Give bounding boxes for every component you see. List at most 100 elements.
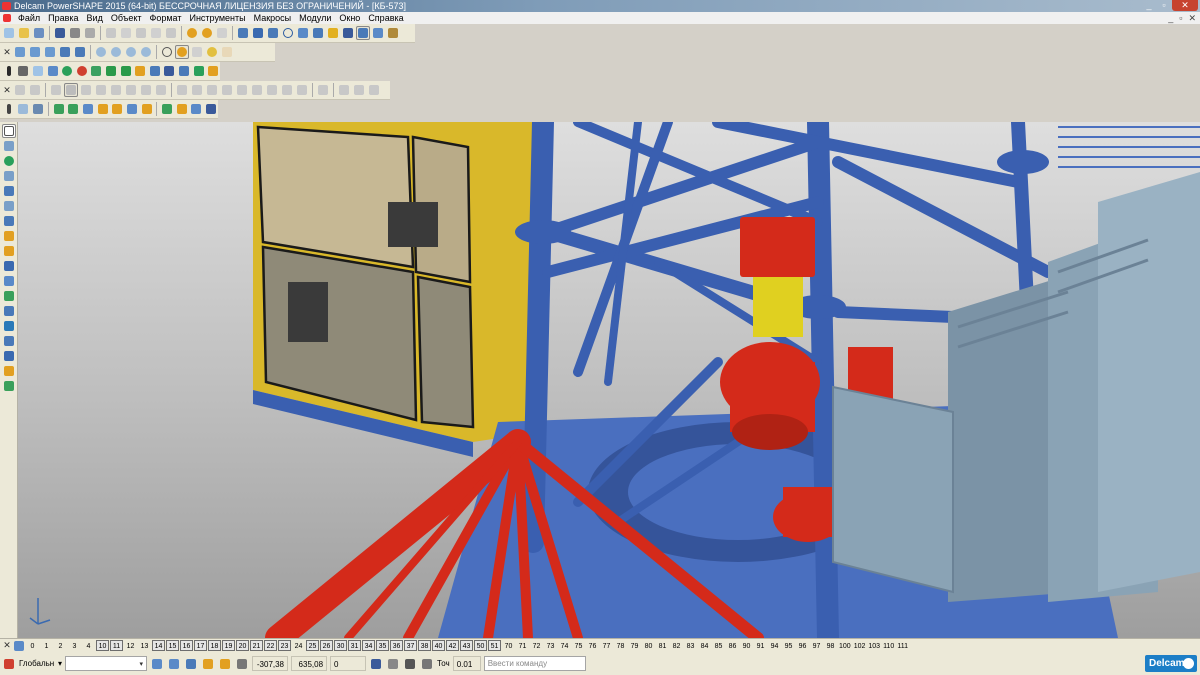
zoom-fit-icon[interactable]	[139, 45, 153, 59]
workplane-select[interactable]: ▾	[65, 656, 148, 671]
levels-icon[interactable]	[12, 639, 26, 652]
tolerance-value[interactable]: 0.01	[452, 656, 481, 671]
redo-icon[interactable]	[200, 26, 214, 40]
render-option-1-icon[interactable]	[79, 83, 93, 97]
open-icon[interactable]	[17, 26, 31, 40]
level-button[interactable]: 36	[390, 639, 403, 651]
menu-help[interactable]: Справка	[364, 12, 407, 24]
level-button[interactable]: 83	[684, 641, 697, 652]
level-button[interactable]: 0	[26, 641, 39, 652]
workplane-grid-icon[interactable]	[175, 102, 189, 116]
3d-viewport[interactable]	[18, 122, 1200, 638]
render-option-2-icon[interactable]	[94, 83, 108, 97]
objects-icon[interactable]	[46, 64, 60, 78]
menu-file[interactable]: Файл	[14, 12, 44, 24]
workplane-grip-icon[interactable]	[2, 102, 16, 116]
view-iso-icon[interactable]	[58, 45, 72, 59]
text-tool-icon[interactable]	[2, 274, 16, 288]
model-icon[interactable]	[17, 64, 31, 78]
object-toolbar-grip-icon[interactable]	[2, 64, 16, 78]
minimize-button[interactable]: _	[1142, 0, 1156, 11]
menu-view[interactable]: Вид	[83, 12, 107, 24]
material-9-icon[interactable]	[295, 83, 309, 97]
level-button[interactable]: 40	[432, 639, 445, 651]
arrow-icon[interactable]	[266, 26, 280, 40]
material-6-icon[interactable]	[250, 83, 264, 97]
level-button[interactable]: 24	[292, 641, 305, 652]
workplane-dropdown-arrow[interactable]: ▾	[58, 659, 62, 668]
level-button[interactable]: 102	[853, 641, 867, 652]
level-button[interactable]: 98	[824, 641, 837, 652]
menu-edit[interactable]: Правка	[44, 12, 82, 24]
level-button[interactable]: 110	[882, 641, 895, 652]
render-shaded-icon[interactable]	[64, 83, 78, 97]
texture-4-icon[interactable]	[367, 83, 381, 97]
select-area-icon[interactable]	[2, 139, 16, 153]
layer-icon[interactable]	[236, 26, 250, 40]
view-top-icon[interactable]	[43, 45, 57, 59]
transform-icon[interactable]	[206, 64, 220, 78]
level-button[interactable]: 23	[278, 639, 291, 651]
workplane-snap-icon[interactable]	[160, 102, 174, 116]
snap-2-icon[interactable]	[167, 657, 181, 671]
level-button[interactable]: 15	[166, 639, 179, 651]
level-button[interactable]: 35	[376, 639, 389, 651]
workplane-rotate-icon[interactable]	[96, 102, 110, 116]
material-2-icon[interactable]	[190, 83, 204, 97]
solid-tool-icon[interactable]	[2, 229, 16, 243]
line-icon[interactable]	[251, 26, 265, 40]
shaded-icon[interactable]	[175, 45, 189, 59]
level-button[interactable]: 3	[68, 641, 81, 652]
level-button[interactable]: 11	[110, 639, 123, 651]
workplane-move-icon[interactable]	[81, 102, 95, 116]
command-input[interactable]: Ввести команду	[483, 656, 586, 671]
level-button[interactable]: 43	[460, 639, 473, 651]
material-7-icon[interactable]	[265, 83, 279, 97]
level-button[interactable]: 4	[82, 641, 95, 652]
level-button[interactable]: 111	[896, 641, 909, 652]
level-button[interactable]: 84	[698, 641, 711, 652]
level-button[interactable]: 26	[320, 639, 333, 651]
help-icon[interactable]	[177, 64, 191, 78]
play-icon[interactable]	[104, 64, 118, 78]
level-button[interactable]: 34	[362, 639, 375, 651]
level-button[interactable]: 78	[614, 641, 627, 652]
surface-tool-icon[interactable]	[2, 214, 16, 228]
dimension-icon[interactable]	[326, 26, 340, 40]
level-button[interactable]: 14	[152, 639, 165, 651]
doc-minimize-button[interactable]: _	[1168, 12, 1173, 24]
level-button[interactable]: 22	[264, 639, 277, 651]
solid-sphere-icon[interactable]	[60, 64, 74, 78]
material-8-icon[interactable]	[280, 83, 294, 97]
copy-icon[interactable]	[119, 26, 133, 40]
level-button[interactable]: 73	[544, 641, 557, 652]
components-icon[interactable]	[133, 64, 147, 78]
level-button[interactable]: 19	[222, 639, 235, 651]
render-option-4-icon[interactable]	[124, 83, 138, 97]
assembly-icon[interactable]	[371, 26, 385, 40]
level-button[interactable]: 37	[404, 639, 417, 651]
cut-icon[interactable]	[104, 26, 118, 40]
zoom-in-icon[interactable]	[94, 45, 108, 59]
level-button[interactable]: 30	[334, 639, 347, 651]
texture-2-icon[interactable]	[337, 83, 351, 97]
level-button[interactable]: 91	[754, 641, 767, 652]
level-button[interactable]: 21	[250, 639, 263, 651]
snap-1-icon[interactable]	[150, 657, 164, 671]
snap-5-icon[interactable]	[218, 657, 232, 671]
level-button[interactable]: 13	[138, 641, 151, 652]
app-icon[interactable]	[2, 2, 11, 10]
workplane-mirror-icon[interactable]	[125, 102, 139, 116]
render-toolbar-close-icon[interactable]: ✕	[2, 83, 12, 97]
material-1-icon[interactable]	[175, 83, 189, 97]
menu-macros[interactable]: Макросы	[250, 12, 296, 24]
level-button[interactable]: 80	[642, 641, 655, 652]
feature-tool-icon[interactable]	[2, 319, 16, 333]
document-properties-icon[interactable]	[31, 64, 45, 78]
component-tool-icon[interactable]	[2, 349, 16, 363]
new-model-icon[interactable]	[2, 26, 16, 40]
play-next-icon[interactable]	[119, 64, 133, 78]
doc-close-button[interactable]: ✕	[1188, 12, 1196, 24]
level-button[interactable]: 86	[726, 641, 739, 652]
material-3-icon[interactable]	[205, 83, 219, 97]
